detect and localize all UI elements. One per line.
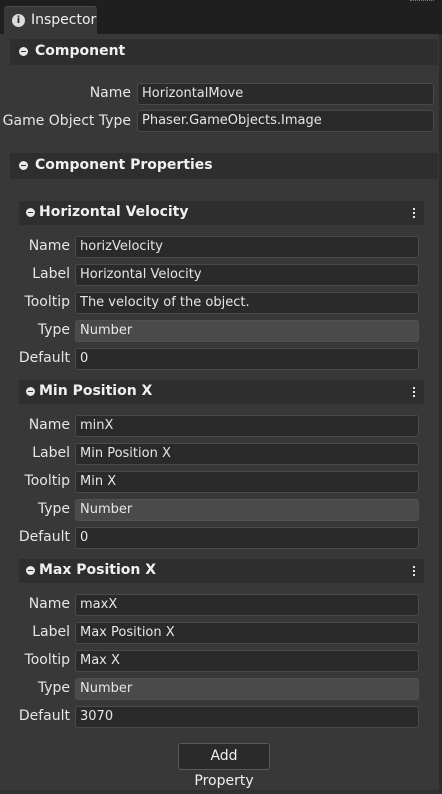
property-max-position-x: Max Position X Name maxX Label Max Posit…	[19, 559, 424, 729]
property-name-field[interactable]: maxX	[75, 594, 419, 616]
property-tooltip-field[interactable]: Max X	[75, 650, 419, 672]
property-type-select[interactable]: Number	[75, 499, 419, 521]
property-title: Max Position X	[39, 562, 157, 578]
collapse-icon[interactable]	[19, 161, 28, 170]
property-tooltip-label: Tooltip	[24, 652, 70, 668]
collapse-icon[interactable]	[26, 387, 35, 396]
property-default-field[interactable]: 0	[75, 348, 419, 370]
panel-tab-bar: i Inspector	[0, 0, 442, 34]
collapse-icon[interactable]	[19, 47, 28, 56]
tab-inspector[interactable]: i Inspector	[4, 6, 97, 34]
property-label-field[interactable]: Max Position X	[75, 622, 419, 644]
property-default-field[interactable]: 0	[75, 527, 419, 549]
component-name-label: Name	[89, 85, 131, 101]
property-default-field[interactable]: 3070	[75, 706, 419, 728]
property-tooltip-label: Tooltip	[24, 473, 70, 489]
game-object-type-label: Game Object Type	[2, 113, 131, 129]
section-component-title: Component	[35, 43, 126, 59]
property-name-field[interactable]: horizVelocity	[75, 236, 419, 258]
property-type-label: Type	[37, 501, 70, 517]
property-default-label: Default	[18, 708, 70, 724]
info-icon: i	[12, 14, 25, 27]
property-min-position-x: Min Position X Name minX Label Min Posit…	[19, 380, 424, 550]
property-label-field[interactable]: Min Position X	[75, 443, 419, 465]
property-default-label: Default	[18, 529, 70, 545]
section-component-properties-title: Component Properties	[35, 157, 213, 173]
property-tooltip-field[interactable]: Min X	[75, 471, 419, 493]
component-name-field[interactable]: HorizontalMove	[137, 83, 434, 105]
more-menu-icon[interactable]	[413, 566, 416, 577]
section-component-properties-header[interactable]: Component Properties	[10, 153, 438, 179]
property-header[interactable]: Horizontal Velocity	[19, 201, 424, 225]
property-tooltip-field[interactable]: The velocity of the object.	[75, 292, 419, 314]
property-name-label: Name	[28, 238, 70, 254]
inspector-panel: Component Name HorizontalMove Game Objec…	[0, 34, 442, 790]
property-title: Horizontal Velocity	[39, 204, 189, 220]
property-header[interactable]: Max Position X	[19, 559, 424, 583]
collapse-icon[interactable]	[26, 566, 35, 575]
property-name-label: Name	[28, 596, 70, 612]
collapse-icon[interactable]	[26, 208, 35, 217]
more-menu-icon[interactable]	[413, 387, 416, 398]
property-tooltip-label: Tooltip	[24, 294, 70, 310]
property-header[interactable]: Min Position X	[19, 380, 424, 404]
property-label-label: Label	[32, 445, 70, 461]
property-type-label: Type	[37, 680, 70, 696]
property-label-label: Label	[32, 624, 70, 640]
property-type-select[interactable]: Number	[75, 320, 419, 342]
property-horizontal-velocity: Horizontal Velocity Name horizVelocity L…	[19, 201, 424, 371]
property-type-label: Type	[37, 322, 70, 338]
more-menu-icon[interactable]	[413, 208, 416, 219]
add-property-button[interactable]: Add Property	[178, 743, 270, 789]
property-name-field[interactable]: minX	[75, 415, 419, 437]
property-default-label: Default	[18, 350, 70, 366]
section-component-header[interactable]: Component	[10, 39, 438, 65]
property-label-label: Label	[32, 266, 70, 282]
panel-grip[interactable]	[410, 0, 434, 4]
tab-inspector-label: Inspector	[31, 12, 97, 28]
property-name-label: Name	[28, 417, 70, 433]
property-title: Min Position X	[39, 383, 153, 399]
property-label-field[interactable]: Horizontal Velocity	[75, 264, 419, 286]
property-type-select[interactable]: Number	[75, 678, 419, 700]
game-object-type-field[interactable]: Phaser.GameObjects.Image	[137, 110, 434, 132]
